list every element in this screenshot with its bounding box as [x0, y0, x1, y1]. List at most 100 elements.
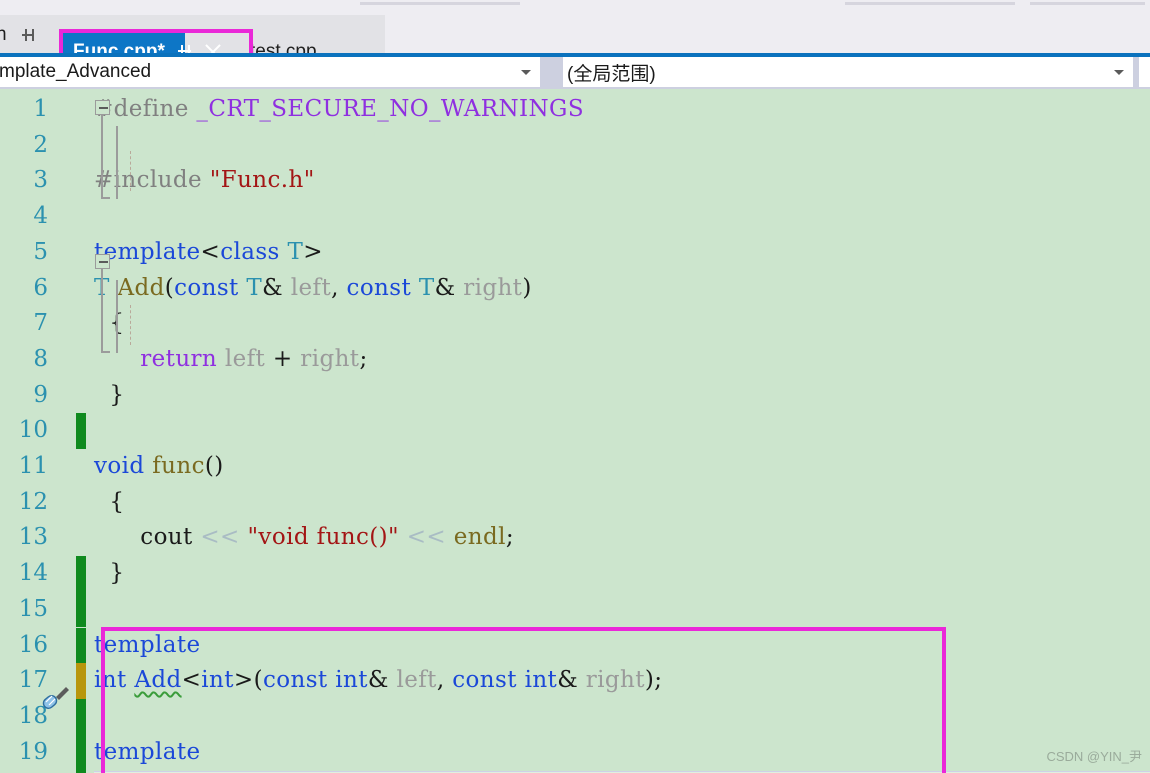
line-number: 11	[18, 453, 48, 479]
line-number: 3	[33, 167, 48, 194]
code-line-text[interactable]: #define _CRT_SECURE_NO_WARNINGS	[94, 92, 584, 128]
line-number: 19	[18, 738, 48, 765]
indent-guide	[116, 126, 118, 199]
code-line[interactable]: 6 T Add(const T& left, const T& right)	[0, 271, 1150, 307]
screwdriver-icon[interactable]	[40, 684, 70, 714]
code-line-text[interactable]: {	[94, 306, 124, 342]
fold-toggle-func[interactable]	[95, 254, 110, 269]
line-number: 16	[18, 631, 48, 658]
code-line[interactable]: 10	[0, 413, 1150, 449]
chrome-strip	[1030, 2, 1145, 5]
code-token: );	[644, 667, 663, 694]
code-token: "Func.h"	[209, 167, 315, 194]
code-line-text[interactable]: T Add(const T& left, const T& right)	[94, 271, 532, 307]
tab-partial-left[interactable]: n	[0, 15, 58, 55]
extra-combo[interactable]	[1139, 57, 1150, 87]
code-token: const	[262, 667, 328, 694]
code-line-text[interactable]: return left + right;	[94, 342, 368, 378]
code-token: left	[224, 345, 266, 372]
code-token: <	[181, 667, 202, 694]
code-token: ()	[204, 453, 224, 479]
code-token: Add	[134, 667, 182, 694]
line-number: 14	[18, 560, 48, 587]
code-line-text[interactable]: cout << "void func()" << endl;	[94, 520, 514, 556]
code-token: &	[367, 667, 397, 694]
line-number: 4	[33, 203, 48, 230]
fold-guide-foot-add	[101, 197, 110, 199]
code-line[interactable]: 3 #include "Func.h"	[0, 163, 1150, 199]
code-token: #include	[94, 167, 210, 194]
code-token: class	[220, 238, 280, 265]
change-bar	[76, 591, 86, 628]
code-token: ,	[331, 274, 347, 301]
code-token: return	[140, 345, 218, 372]
scope-combo[interactable]: mplate_Advanced	[0, 57, 540, 87]
code-editor-surface[interactable]: 1 #define _CRT_SECURE_NO_WARNINGS 2 3 #inclu…	[0, 89, 1150, 773]
code-line-text[interactable]: {	[94, 485, 124, 521]
member-combo-value: (全局范围)	[567, 63, 656, 85]
navigation-bar: mplate_Advanced (全局范围)	[0, 57, 1150, 89]
member-combo[interactable]: (全局范围)	[563, 57, 1133, 87]
code-line[interactable]: 7 {	[0, 306, 1150, 342]
code-line-text[interactable]: int Add<int>(const int& left, const int&…	[94, 663, 662, 699]
code-token: cout	[140, 524, 193, 551]
code-token: &	[557, 667, 586, 694]
code-token: ;	[359, 345, 368, 372]
chevron-down-icon[interactable]	[1114, 70, 1124, 75]
scope-combo-value: mplate_Advanced	[0, 61, 152, 82]
indent-guide-dotted	[130, 305, 131, 345]
code-line[interactable]: 16 template	[0, 627, 1150, 664]
code-token: int	[335, 667, 368, 694]
line-number: 12	[18, 488, 48, 515]
code-line-text[interactable]: template<class T>	[94, 235, 323, 271]
code-token: T	[246, 274, 263, 301]
window-chrome-top	[0, 0, 1150, 15]
code-line[interactable]: 17 int Add<int>(const int& left, const in…	[0, 663, 1150, 699]
code-token: Add	[117, 274, 165, 301]
code-line-text[interactable]: template	[94, 735, 201, 771]
code-token: >	[303, 238, 323, 265]
change-bar	[76, 663, 86, 699]
line-number: 7	[33, 310, 48, 337]
line-number: 13	[18, 524, 48, 551]
code-token: right	[463, 274, 523, 301]
code-line-text[interactable]: void func()	[94, 449, 224, 485]
code-line[interactable]: 4	[0, 199, 1150, 235]
code-line[interactable]: 19 template	[0, 734, 1150, 771]
code-line[interactable]: 5 template<class T>	[0, 235, 1150, 271]
line-number: 6	[33, 274, 48, 301]
code-line[interactable]: 18	[0, 698, 1150, 735]
code-token: template	[94, 738, 201, 765]
code-line[interactable]: 2	[0, 128, 1150, 164]
code-line[interactable]: 11 void func()	[0, 449, 1150, 485]
pin-icon[interactable]	[21, 28, 35, 42]
code-line[interactable]: 15	[0, 591, 1150, 628]
line-number: 9	[33, 381, 48, 408]
code-line[interactable]: 13 cout << "void func()" << endl;	[0, 520, 1150, 556]
code-line[interactable]: 14 }	[0, 556, 1150, 592]
code-line-text[interactable]: }	[94, 378, 124, 414]
fold-guide-func	[101, 269, 103, 353]
fold-toggle-add[interactable]	[95, 100, 110, 115]
indent-guide	[116, 280, 118, 353]
code-line-text[interactable]: template	[94, 628, 201, 664]
line-number: 5	[33, 238, 48, 265]
code-token: }	[94, 560, 125, 587]
code-line[interactable]: 12 {	[0, 485, 1150, 521]
change-bar	[76, 734, 86, 771]
change-bar	[76, 413, 86, 449]
code-token: &	[262, 274, 291, 301]
code-token: &	[434, 274, 464, 301]
code-line-text[interactable]: }	[94, 556, 124, 592]
code-line[interactable]: 8 return left + right;	[0, 342, 1150, 378]
chevron-down-icon[interactable]	[521, 70, 531, 75]
document-tab-bar: n Func.cpp* test.cpp	[0, 15, 1150, 80]
code-line[interactable]: 1 #define _CRT_SECURE_NO_WARNINGS	[0, 92, 1150, 128]
code-token: ,	[436, 667, 453, 694]
line-number: 2	[33, 131, 48, 158]
code-line-text[interactable]: #include "Func.h"	[94, 163, 315, 199]
code-line[interactable]: 9 }	[0, 378, 1150, 414]
